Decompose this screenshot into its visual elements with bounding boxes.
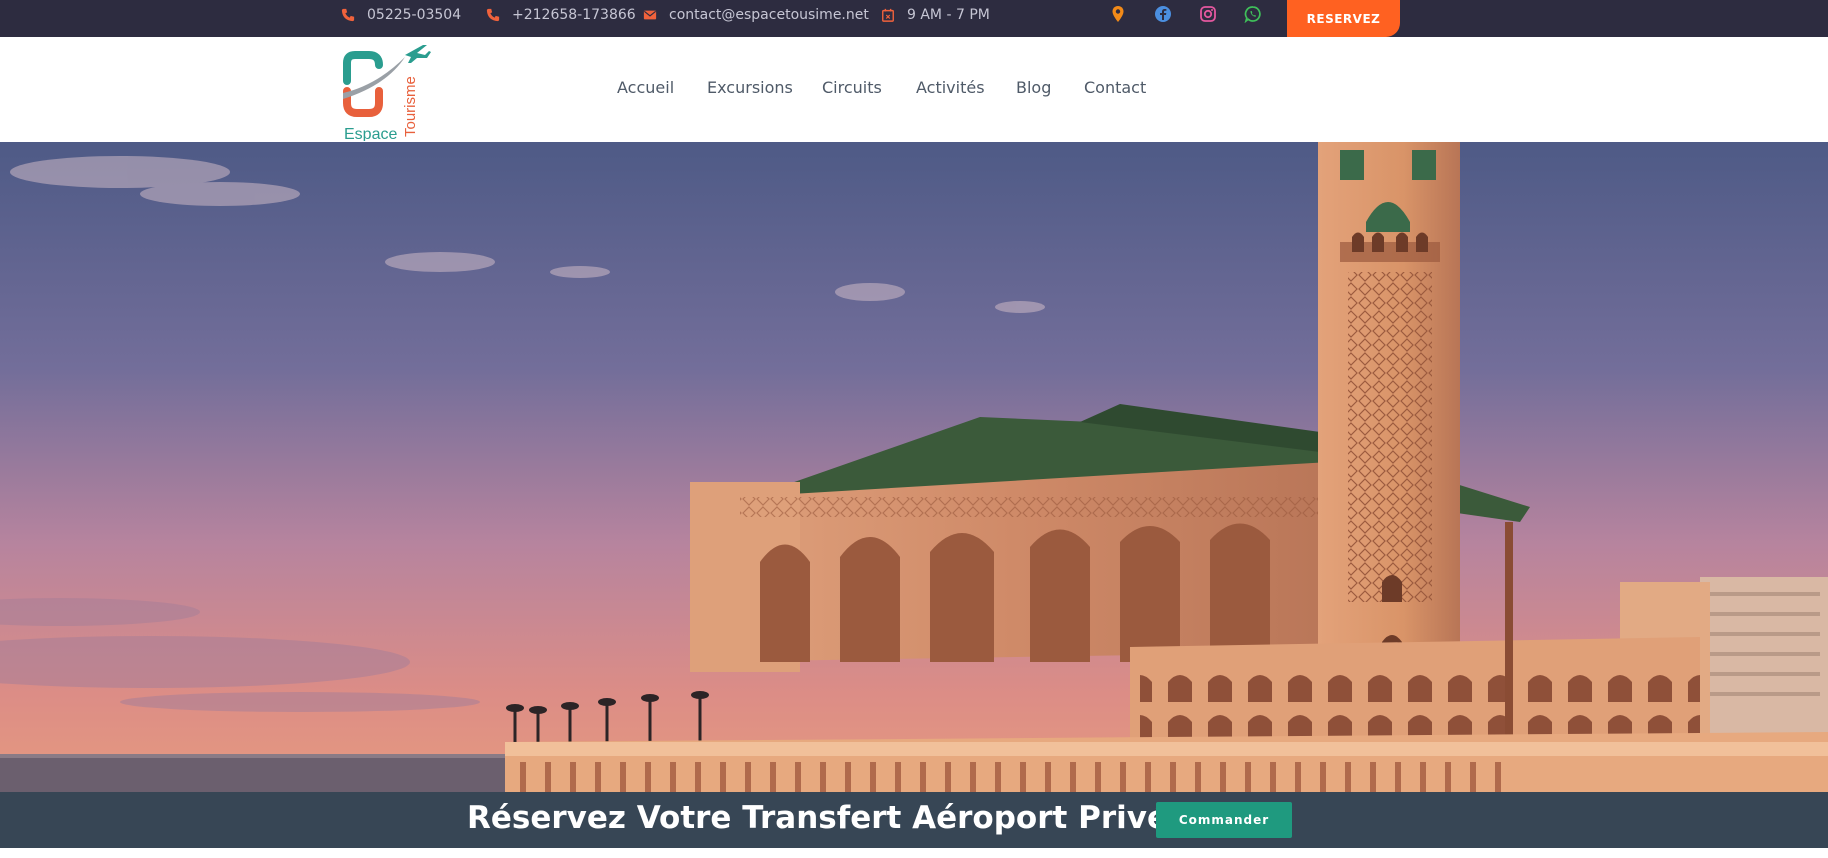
phone-icon — [486, 8, 500, 21]
phone-number-2: +212658-173866 — [512, 6, 636, 23]
transfer-banner: Réservez Votre Transfert Aéroport Privé … — [0, 792, 1828, 848]
logo-text-espace: Espace — [344, 126, 397, 141]
banner-title: Réservez Votre Transfert Aéroport Privé — [467, 800, 1168, 836]
calendar-icon — [882, 8, 894, 22]
top-bar: 05225-03504 +212658-173866 contact@espac… — [0, 0, 1828, 37]
whatsapp-icon[interactable] — [1244, 5, 1262, 23]
nav-item-blog[interactable]: Blog — [1016, 78, 1051, 97]
hero-image — [0, 142, 1828, 792]
hours-info: 9 AM - 7 PM — [881, 0, 990, 29]
nav-item-circuits[interactable]: Circuits — [822, 78, 882, 97]
logo-mark: Espace Tourisme — [343, 45, 431, 143]
phone-link-1[interactable]: 05225-03504 — [341, 0, 461, 29]
site-logo[interactable]: Espace Tourisme — [343, 41, 435, 143]
hero-illustration — [0, 142, 1828, 792]
nav-item-accueil[interactable]: Accueil — [617, 78, 674, 97]
phone-number-1: 05225-03504 — [367, 6, 462, 23]
nav-item-activites[interactable]: Activités — [916, 78, 985, 97]
email-address: contact@espacetousime.net — [669, 6, 869, 23]
email-link[interactable]: contact@espacetousime.net — [643, 0, 869, 29]
order-button[interactable]: Commander — [1156, 802, 1292, 838]
nav-item-contact[interactable]: Contact — [1084, 78, 1146, 97]
site-header: Espace Tourisme Accueil Excursions Circu… — [0, 37, 1828, 143]
reserve-button[interactable]: RESERVEZ — [1287, 0, 1400, 37]
email-icon — [643, 10, 657, 19]
instagram-icon[interactable] — [1199, 5, 1217, 23]
phone-icon — [341, 8, 355, 21]
phone-link-2[interactable]: +212658-173866 — [486, 0, 636, 29]
logo-text-tourisme: Tourisme — [402, 76, 419, 137]
opening-hours: 9 AM - 7 PM — [907, 6, 990, 23]
nav-item-excursions[interactable]: Excursions — [707, 78, 793, 97]
map-pin-icon[interactable] — [1109, 5, 1127, 23]
facebook-icon[interactable] — [1154, 5, 1172, 23]
